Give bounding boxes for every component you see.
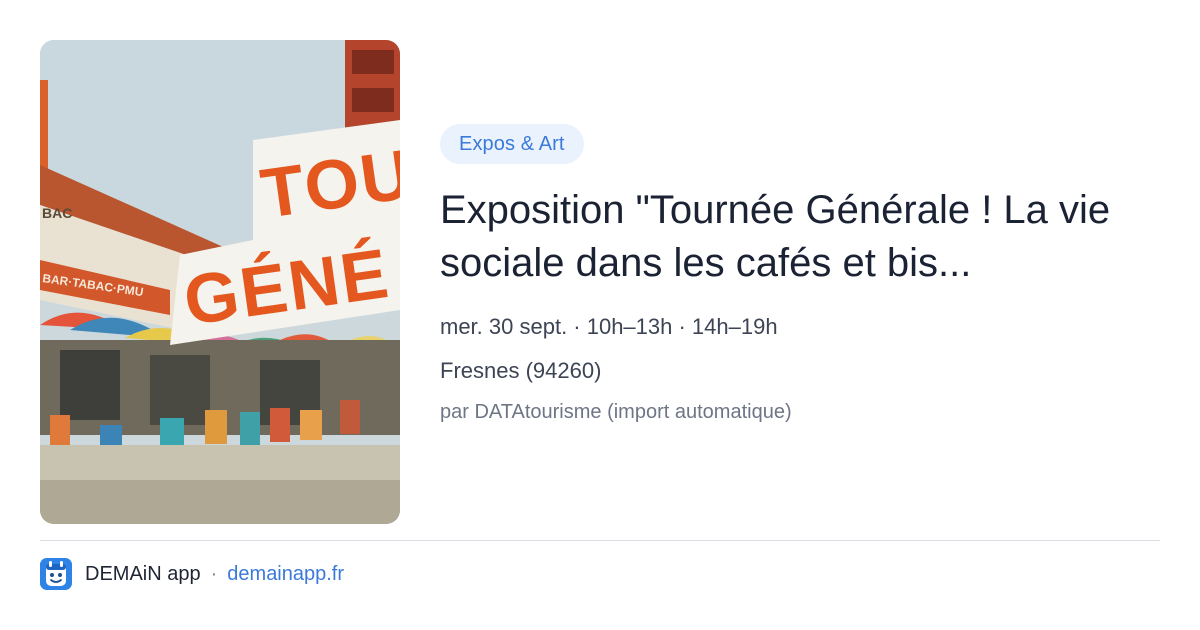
event-date: mer. 30 sept. · 10h–13h · 14h–19h: [440, 314, 778, 339]
demain-app-logo-icon: [40, 558, 72, 590]
event-thumbnail[interactable]: BAC BAR·TABAC·PMU TOU GÉNÉ: [40, 40, 400, 524]
awning-sign-text: BAC: [42, 205, 72, 221]
event-location: Fresnes (94260): [440, 358, 602, 383]
app-name: DEMAiN app: [85, 562, 201, 585]
event-title[interactable]: Exposition "Tournée Générale ! La vie so…: [440, 184, 1130, 290]
event-source: par DATAtourisme (import automatique): [440, 401, 792, 423]
event-info: Expos & Art Exposition "Tournée Générale…: [440, 124, 1160, 426]
category-chip[interactable]: Expos & Art: [440, 124, 584, 164]
footer-separator: ·: [210, 562, 218, 585]
event-card[interactable]: BAC BAR·TABAC·PMU TOU GÉNÉ Expos & Art E…: [0, 0, 1200, 630]
card-footer: DEMAiN app · demainapp.fr: [40, 558, 344, 590]
app-website-link[interactable]: demainapp.fr: [227, 563, 344, 586]
cafe-terrace-photo: BAC BAR·TABAC·PMU TOU GÉNÉ: [40, 40, 400, 524]
footer-divider: [40, 540, 1160, 541]
